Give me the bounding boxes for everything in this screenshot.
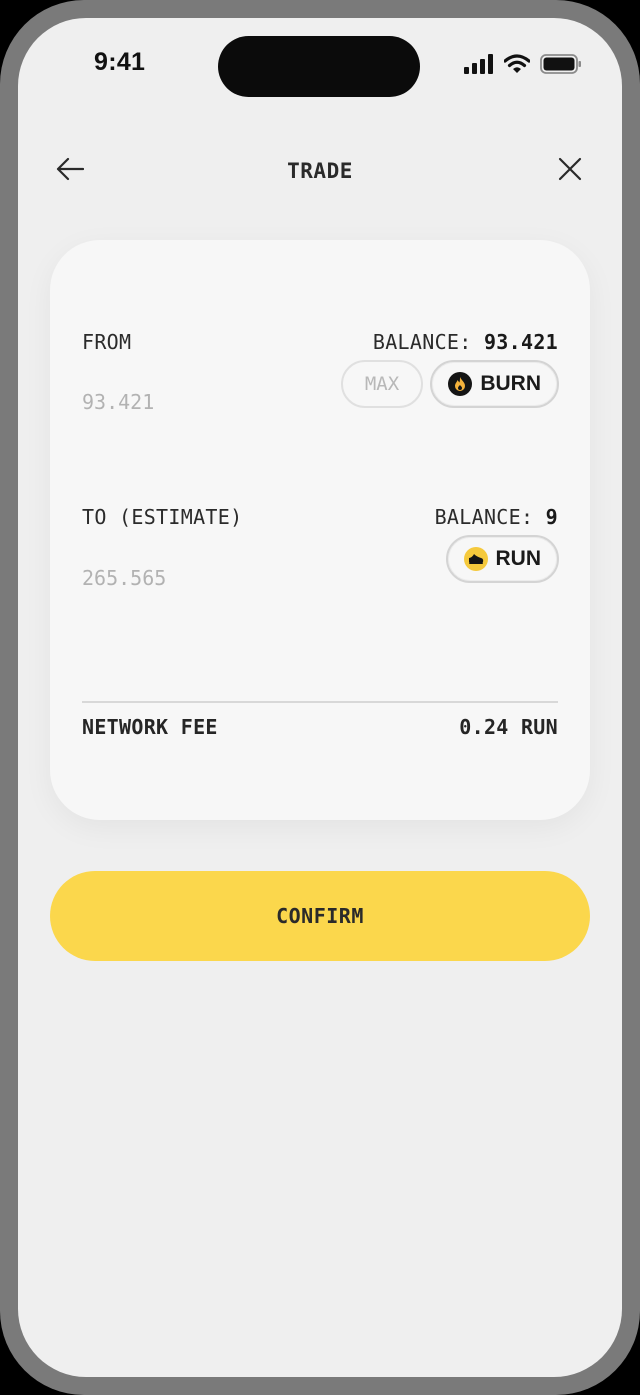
trade-card: FROM BALANCE: 93.421 MAX BURN TO (ESTIM [50,240,590,820]
app-screen: 9:41 TRADE FROM BALANCE: 93.421 93.421 M… [18,18,622,1377]
wifi-icon [503,54,531,79]
from-token-selector[interactable]: BURN [430,360,559,408]
signal-icon [464,54,494,79]
sneaker-icon [463,547,488,571]
to-balance-label: BALANCE: [434,505,534,529]
to-amount-input[interactable] [82,566,282,590]
from-label: FROM [82,330,132,354]
close-button[interactable] [553,154,587,188]
status-time: 9:41 [94,48,146,76]
from-token-name: BURN [480,372,541,395]
max-label: MAX [364,373,400,395]
to-token-name: RUN [495,547,542,570]
to-label: TO (ESTIMATE) [82,505,243,529]
to-token-selector[interactable]: RUN [445,535,559,583]
divider [82,701,558,703]
close-icon [558,157,582,186]
page-title: TRADE [287,159,353,183]
max-button[interactable]: MAX [341,360,423,408]
dynamic-island [218,36,420,97]
flame-icon [448,372,473,396]
from-balance-label: BALANCE: [372,330,472,354]
from-balance: BALANCE: 93.421 [373,330,558,354]
to-balance-value: 9 [545,505,558,529]
to-balance: BALANCE: 9 [435,505,558,529]
phone-frame: 9:41 TRADE FROM BALANCE: 93.421 93.421 M… [0,0,640,1395]
network-fee-label: NETWORK FEE [82,715,218,739]
from-balance-value: 93.421 [483,330,558,354]
from-amount-input[interactable] [82,390,282,414]
battery-icon [540,54,582,79]
status-icons [464,54,582,79]
network-fee-value: 0.24 RUN [459,715,558,739]
confirm-button[interactable]: CONFIRM [50,871,590,961]
